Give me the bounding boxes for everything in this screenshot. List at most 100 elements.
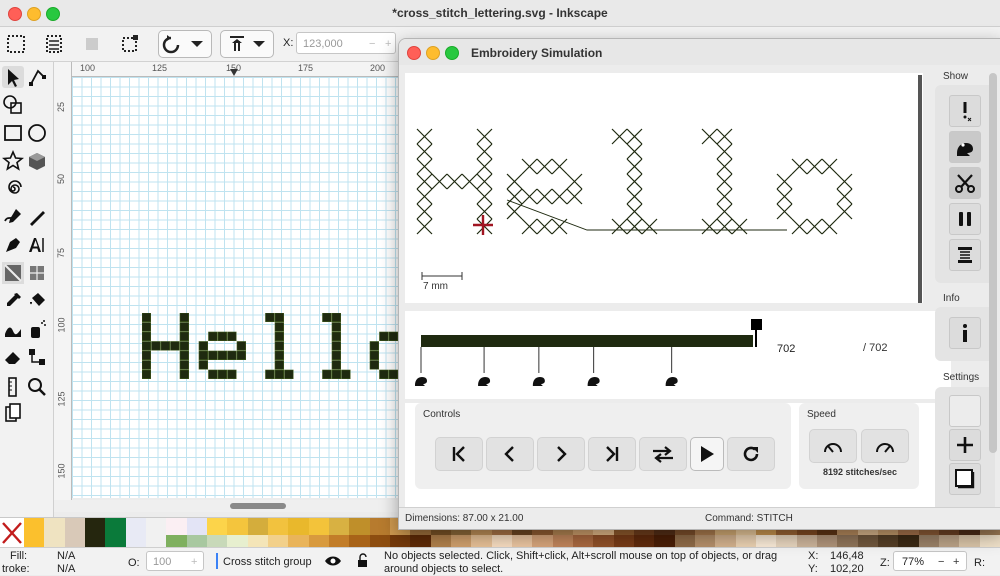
color-swatch[interactable] [268,518,289,535]
toggle-trims-frog-button[interactable] [949,131,981,163]
rectangle-tool-icon[interactable] [2,122,24,144]
color-swatch[interactable] [85,518,106,548]
dialog-zoom-button[interactable] [445,46,459,60]
toggle-trims-scissors-button[interactable] [949,167,981,199]
connector-tool-icon[interactable] [26,346,48,368]
selector-tool-icon[interactable] [2,66,24,88]
shape-builder-icon[interactable] [2,94,24,116]
stitch-slider[interactable] [405,311,765,391]
info-button[interactable] [949,317,981,349]
trim-frog-icon[interactable] [478,377,491,386]
zoom-input[interactable]: 77% − + [893,551,967,571]
vertical-ruler[interactable]: 25 50 75 100 125 150 [54,62,72,502]
cross-stitch-hello-artwork[interactable] [142,313,400,393]
color-swatch[interactable] [369,518,390,535]
dropper-tool-icon[interactable] [2,290,24,312]
color-swatch[interactable] [329,518,350,535]
paint-bucket-tool-icon[interactable] [26,290,48,312]
zoom-tool-icon[interactable] [26,376,48,398]
tweak-tool-icon[interactable] [2,318,24,340]
x-coordinate-input[interactable]: 123,000 − + [296,32,396,54]
raise-lower-dropdown[interactable] [220,30,274,58]
opacity-input[interactable]: 100 + [146,551,204,571]
color-swatch[interactable] [166,518,187,535]
unlock-icon[interactable] [356,553,370,569]
direction-toggle-button[interactable] [639,437,687,471]
pages-tool-icon[interactable] [2,402,24,424]
add-button[interactable] [949,429,981,461]
trim-frog-icon[interactable] [665,377,678,386]
faster-button[interactable] [861,429,909,463]
measure-tool-icon[interactable] [2,376,24,398]
color-swatch[interactable] [308,518,329,535]
trim-frog-icon[interactable] [587,377,600,386]
jump-to-start-button[interactable] [435,437,483,471]
current-layer-label[interactable]: Cross stitch group [223,556,312,568]
spray-tool-icon[interactable] [26,318,48,340]
spiral-tool-icon[interactable] [2,178,24,200]
touch-select-icon[interactable] [118,32,142,56]
simulated-cross-stitch [476,158,493,175]
color-swatch[interactable] [349,518,370,535]
color-swatch[interactable] [64,518,85,548]
select-all-icon[interactable] [4,32,28,56]
color-swatch[interactable] [247,518,268,535]
toggle-stops-button[interactable] [949,203,981,235]
play-button[interactable] [690,437,724,471]
gradient-tool-icon[interactable] [2,262,24,284]
color-swatch[interactable] [125,518,146,548]
stitch-simulation-canvas[interactable] [405,73,919,303]
calligraphy-tool-icon[interactable] [26,206,48,228]
mesh-tool-icon[interactable] [26,262,48,284]
trim-frog-icon[interactable] [532,377,545,386]
drawing-canvas[interactable] [72,77,400,498]
color-swatch[interactable] [207,518,228,535]
current-stitch-input[interactable] [771,337,863,361]
text-tool-icon[interactable] [26,234,48,256]
restart-button[interactable] [727,437,775,471]
color-swatch[interactable] [186,518,207,535]
x-decrement-button[interactable]: − [369,33,375,55]
step-forward-button[interactable] [537,437,585,471]
ellipse-tool-icon[interactable] [26,122,48,144]
horizontal-scrollbar[interactable] [54,500,400,512]
horizontal-ruler[interactable]: 100 125 150 175 200 [72,62,402,77]
stroke-value[interactable]: N/A [57,563,75,575]
color-swatch[interactable] [44,518,65,548]
fill-value[interactable]: N/A [57,550,75,562]
eraser-tool-icon[interactable] [2,346,24,368]
pen-tool-icon[interactable] [2,234,24,256]
slider-handle[interactable] [751,319,762,330]
page-background-button[interactable] [949,463,981,495]
color-swatch[interactable] [288,518,309,535]
simulation-view[interactable]: 7 mm [405,73,923,303]
jump-to-end-button[interactable] [588,437,636,471]
node-tool-icon[interactable] [26,66,48,88]
color-swatch[interactable] [24,518,45,548]
color-swatch[interactable] [227,518,248,535]
color-swatch[interactable] [105,518,126,548]
settings-toggle-1-button[interactable] [949,395,981,427]
no-paint-icon[interactable] [0,520,24,546]
eye-visibility-icon[interactable] [324,554,342,568]
pencil-tool-icon[interactable] [2,206,24,228]
select-all-layers-icon[interactable] [42,32,66,56]
dialog-minimize-button[interactable] [426,46,440,60]
horizontal-scrollbar-thumb[interactable] [230,503,286,509]
3d-box-tool-icon[interactable] [26,150,48,172]
color-swatch[interactable] [146,518,167,548]
deselect-icon[interactable] [80,32,104,56]
opacity-increment[interactable]: + [191,552,197,572]
dialog-close-button[interactable] [407,46,421,60]
x-increment-button[interactable]: + [385,33,391,55]
toggle-color-changes-button[interactable] [949,239,981,271]
step-backward-button[interactable] [486,437,534,471]
slower-button[interactable] [809,429,857,463]
trim-frog-icon[interactable] [415,377,427,386]
toggle-jumps-button[interactable] [949,95,981,127]
zoom-in-button[interactable]: + [953,552,959,572]
zoom-out-button[interactable]: − [938,552,944,572]
rotate-dropdown[interactable] [158,30,212,58]
star-tool-icon[interactable] [2,150,24,172]
side-scrollbar[interactable] [989,73,997,453]
